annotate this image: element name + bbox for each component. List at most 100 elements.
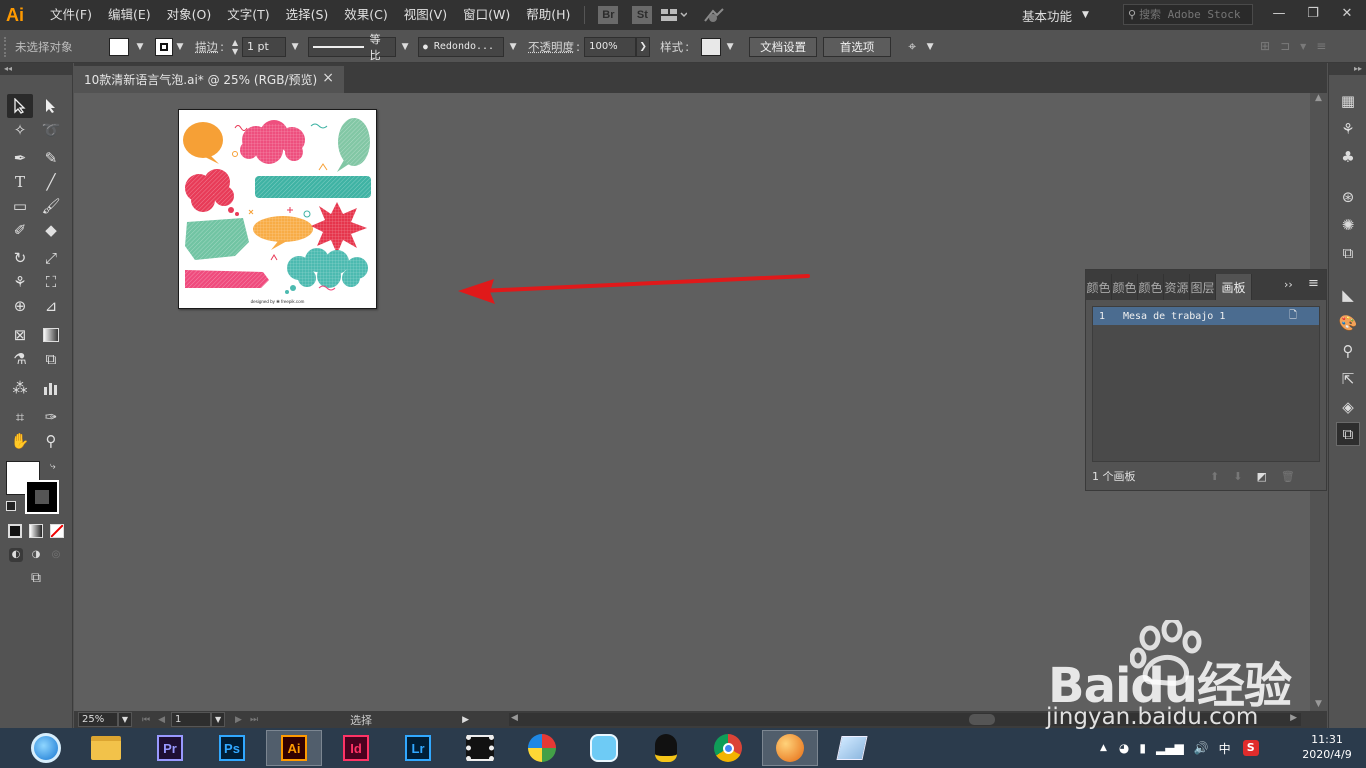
style-dropdown-icon[interactable]: ▼ (723, 37, 737, 57)
export-icon[interactable]: ⇱ (1336, 367, 1360, 391)
stock-button[interactable]: St (632, 6, 653, 24)
list-item[interactable]: 1 Mesa de trabajo 1 🗋 (1093, 307, 1319, 325)
tab-layers[interactable]: 图层 (1190, 274, 1216, 300)
menu-effect[interactable]: 效果(C) (336, 0, 395, 30)
fill-dropdown-icon[interactable]: ▼ (133, 37, 147, 57)
taskbar-file-explorer[interactable] (78, 730, 134, 766)
zoom-tool-icon[interactable]: ⚲ (38, 429, 64, 453)
panel-menu-icon[interactable]: ≡ (1308, 276, 1319, 291)
stroke-swatch[interactable] (155, 37, 173, 56)
curvature-tool-icon[interactable]: ✎ (38, 146, 64, 170)
taskbar-qq[interactable] (638, 730, 694, 766)
control-bar-grip[interactable] (4, 36, 12, 57)
last-artboard-icon[interactable]: ⏭ (250, 715, 258, 725)
align-icon[interactable]: ⊐ (1280, 39, 1290, 55)
brush-definition[interactable]: ● Redondo... (418, 36, 505, 57)
symbol-sprayer-tool-icon[interactable]: ⁂ (7, 376, 33, 400)
taskbar-lightroom[interactable]: Lr (390, 730, 446, 766)
direct-selection-tool-icon[interactable] (38, 94, 64, 118)
profile-dropdown-icon[interactable]: ▼ (398, 37, 412, 57)
dock-collapse-icon[interactable]: ▸▸ (1329, 63, 1366, 75)
hand-tool-icon[interactable]: ✋ (7, 429, 33, 453)
variable-width-profile[interactable]: 等比 (308, 33, 397, 62)
taskbar-app-cartoon[interactable] (576, 730, 632, 766)
align-dropdown-icon[interactable]: ▼ (1300, 39, 1306, 55)
horizontal-scrollbar[interactable]: ◀ ▶ (509, 713, 1301, 726)
taskbar-illustrator[interactable]: Ai (266, 730, 322, 766)
gradient-tool-icon[interactable] (38, 323, 64, 347)
style-swatch[interactable] (701, 37, 722, 56)
paintbrush-tool-icon[interactable]: 🖌 (38, 194, 64, 218)
menu-help[interactable]: 帮助(H) (518, 0, 578, 30)
quick-actions-dropdown-icon[interactable]: ▼ (923, 37, 937, 57)
close-icon[interactable]: ✕ (1330, 0, 1364, 26)
panel-expand-icon[interactable]: ›› (1284, 278, 1293, 291)
draw-normal-icon[interactable]: ◐ (9, 548, 23, 562)
minimize-icon[interactable]: — (1262, 0, 1296, 26)
swatches-icon[interactable]: ▦ (1336, 89, 1360, 113)
tab-artboards[interactable]: 画板 (1216, 274, 1252, 300)
stroke-weight-dropdown-icon[interactable]: ▼ (288, 37, 302, 57)
eyedropper-tool-icon[interactable]: ⚗ (7, 347, 33, 371)
workspace-switcher[interactable]: 基本功能 ▼ (1022, 4, 1089, 26)
pen-tool-icon[interactable]: ✒ (7, 146, 33, 170)
document-tab[interactable]: 10款清新语言气泡.ai* @ 25% (RGB/预览) × (74, 66, 344, 93)
scroll-right-icon[interactable]: ▶ (1290, 713, 1297, 723)
system-clock[interactable]: 11:31 2020/4/9 (1295, 732, 1359, 762)
opacity-label[interactable]: 不透明度 (528, 39, 574, 55)
quick-actions-icon[interactable]: ⌖ (901, 37, 923, 57)
scroll-down-icon[interactable]: ▼ (1310, 699, 1327, 709)
shaper-tool-icon[interactable]: ✐ (7, 218, 33, 242)
artboard-tool-icon[interactable]: ⌗ (7, 405, 33, 429)
menu-type[interactable]: 文字(T) (219, 0, 277, 30)
taskbar-app-umbrella[interactable] (514, 730, 570, 766)
swap-fill-stroke-icon[interactable]: ⤷ (50, 461, 56, 472)
column-graph-tool-icon[interactable] (38, 376, 64, 400)
new-artboard-icon[interactable]: ◩ (1256, 470, 1266, 483)
tab-color[interactable]: 颜色 (1086, 274, 1112, 300)
perspective-grid-tool-icon[interactable]: ⊿ (38, 294, 64, 318)
battery-icon[interactable]: ▮ (1139, 741, 1146, 755)
prev-artboard-icon[interactable]: ◀ (158, 715, 165, 725)
opacity-flyout-icon[interactable]: ❯ (636, 36, 651, 57)
input-method-label[interactable]: 中 (1219, 740, 1231, 757)
taskbar-app-orange[interactable] (762, 730, 818, 766)
taskbar-video-editor[interactable] (452, 730, 508, 766)
status-flyout-icon[interactable]: ▶ (462, 715, 469, 725)
delete-artboard-icon[interactable]: 🗑 (1281, 470, 1295, 483)
menu-file[interactable]: 文件(F) (42, 0, 100, 30)
tools-collapse-icon[interactable]: ◂◂ (0, 63, 72, 75)
arrange-documents-icon[interactable] (659, 5, 689, 25)
stroke-dropdown-icon[interactable]: ▼ (173, 37, 187, 57)
menu-view[interactable]: 视图(V) (396, 0, 455, 30)
rotate-tool-icon[interactable]: ↻ (7, 246, 33, 270)
move-up-icon[interactable]: ⬆ (1210, 470, 1219, 483)
menu-edit[interactable]: 编辑(E) (100, 0, 159, 30)
fill-swatch[interactable] (109, 37, 129, 56)
shape-builder-tool-icon[interactable]: ⊕ (7, 294, 33, 318)
mesh-tool-icon[interactable]: ⊠ (7, 323, 33, 347)
taskbar-photoshop[interactable]: Ps (204, 730, 260, 766)
document-setup-button[interactable]: 文档设置 (749, 36, 818, 57)
next-artboard-icon[interactable]: ▶ (235, 715, 242, 725)
move-down-icon[interactable]: ⬇ (1233, 470, 1242, 483)
stroke-color-box[interactable] (25, 480, 59, 514)
scale-tool-icon[interactable]: ⤢ (38, 246, 64, 270)
horizontal-scroll-thumb[interactable] (969, 714, 995, 725)
taskbar-premiere[interactable]: Pr (142, 730, 198, 766)
line-tool-icon[interactable]: ╱ (38, 170, 64, 194)
menu-window[interactable]: 窗口(W) (455, 0, 518, 30)
gradient-icon[interactable]: ◣ (1336, 283, 1360, 307)
tray-expand-icon[interactable]: ▲ (1100, 743, 1107, 753)
tray-qq-icon[interactable]: ◕ (1119, 741, 1129, 755)
panel-menu-icon[interactable]: ≡ (1316, 39, 1326, 55)
image-trace-icon[interactable]: ⚲ (1336, 339, 1360, 363)
restore-icon[interactable]: ❐ (1296, 0, 1330, 26)
scroll-left-icon[interactable]: ◀ (511, 713, 518, 723)
sogou-icon[interactable]: S (1242, 740, 1259, 756)
appearance-icon[interactable]: ✺ (1336, 213, 1360, 237)
eraser-tool-icon[interactable]: ◆ (38, 218, 64, 242)
draw-behind-icon[interactable]: ◑ (29, 548, 43, 562)
scroll-up-icon[interactable]: ▲ (1310, 93, 1327, 107)
menu-select[interactable]: 选择(S) (278, 0, 337, 30)
